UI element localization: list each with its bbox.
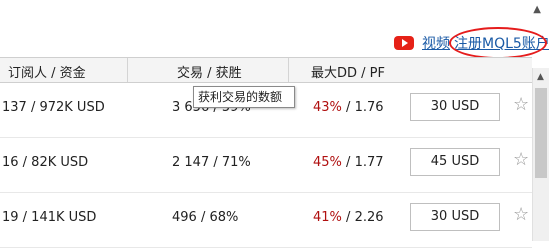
subscribe-price-button[interactable]: 30 USD xyxy=(410,93,500,121)
header-divider xyxy=(127,58,128,82)
profit-factor-value: 1.76 xyxy=(354,100,384,115)
maxdd-pf-cell: 43% / 1.76 xyxy=(313,100,384,115)
trades-profit-cell: 2 147 / 71% xyxy=(172,155,251,170)
subscribe-price-button[interactable]: 30 USD xyxy=(410,203,500,231)
youtube-icon[interactable] xyxy=(394,36,414,50)
star-icon[interactable]: ☆ xyxy=(513,94,529,115)
table-header: 订阅人 / 资金 交易 / 获胜 最大DD / PF xyxy=(0,57,532,83)
table-row: 19 / 141K USD 496 / 68% 41% / 2.26 30 US… xyxy=(0,191,532,248)
header-maxdd-pf[interactable]: 最大DD / PF xyxy=(311,62,385,81)
header-subscribers-funds[interactable]: 订阅人 / 资金 xyxy=(8,62,86,81)
maxdd-pf-cell: 45% / 1.77 xyxy=(313,155,384,170)
tooltip: 获利交易的数额 xyxy=(193,86,295,108)
trades-profit-cell: 496 / 68% xyxy=(172,210,239,225)
subscribers-funds-cell: 19 / 141K USD xyxy=(2,210,97,225)
subscribers-funds-cell: 16 / 82K USD xyxy=(2,155,89,170)
scroll-up-arrow-icon[interactable]: ▲ xyxy=(537,72,544,82)
star-icon[interactable]: ☆ xyxy=(513,204,529,225)
star-icon[interactable]: ☆ xyxy=(513,149,529,170)
toolbar: 视频 注册MQL5账户 xyxy=(0,27,549,59)
maxdd-pf-cell: 41% / 2.26 xyxy=(313,210,384,225)
drawdown-value: 43% xyxy=(313,100,342,115)
top-strip: ▲ xyxy=(0,0,549,30)
scrollbar-thumb[interactable] xyxy=(535,88,547,178)
header-trades-profit[interactable]: 交易 / 获胜 xyxy=(177,62,242,81)
profit-factor-value: 1.77 xyxy=(354,155,384,170)
subscribe-price-button[interactable]: 45 USD xyxy=(410,148,500,176)
vertical-scrollbar[interactable]: ▲ xyxy=(532,68,549,241)
drawdown-value: 41% xyxy=(313,210,342,225)
video-link[interactable]: 视频 xyxy=(422,33,450,53)
drawdown-value: 45% xyxy=(313,155,342,170)
scroll-up-icon[interactable]: ▲ xyxy=(533,4,541,15)
highlight-ellipse xyxy=(449,27,547,59)
subscribers-funds-cell: 137 / 972K USD xyxy=(2,100,105,115)
header-divider xyxy=(288,58,289,82)
table-row: 16 / 82K USD 2 147 / 71% 45% / 1.77 45 U… xyxy=(0,136,532,193)
profit-factor-value: 2.26 xyxy=(354,210,384,225)
